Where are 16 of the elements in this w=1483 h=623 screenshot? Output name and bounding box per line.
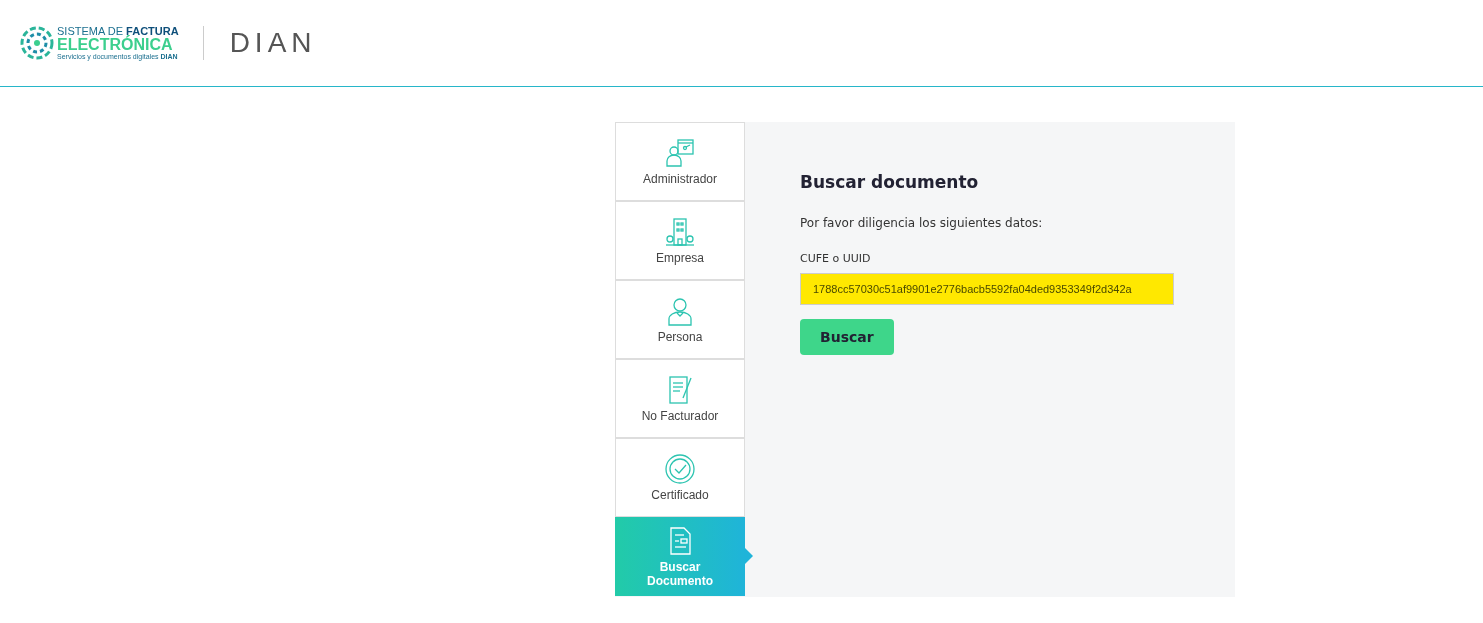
sidebar-item[interactable]: Certificado [615, 438, 745, 517]
field-label: CUFE o UUID [800, 252, 871, 265]
badge-check-icon [664, 453, 696, 485]
person-diagram-icon [664, 137, 696, 169]
pointer-icon [745, 548, 753, 564]
search-button[interactable]: Buscar [800, 319, 894, 355]
sidebar-item[interactable]: Persona [615, 280, 745, 359]
sidebar-item[interactable]: No Facturador [615, 359, 745, 438]
building-icon [664, 216, 696, 248]
form-title: Buscar documento [800, 172, 979, 192]
globe-logo-icon [20, 26, 54, 60]
instructions-text: Por favor diligencia los siguientes datos: [800, 216, 1043, 230]
sidebar-item[interactable]: Empresa [615, 201, 745, 280]
sidebar-item[interactable]: Administrador [615, 122, 745, 201]
brand-logo: DIAN [229, 27, 317, 59]
cufe-input-field[interactable]: 1788cc57030c51af9901e2776bacb5592fa04ded9353349f2d342a [800, 273, 1174, 305]
